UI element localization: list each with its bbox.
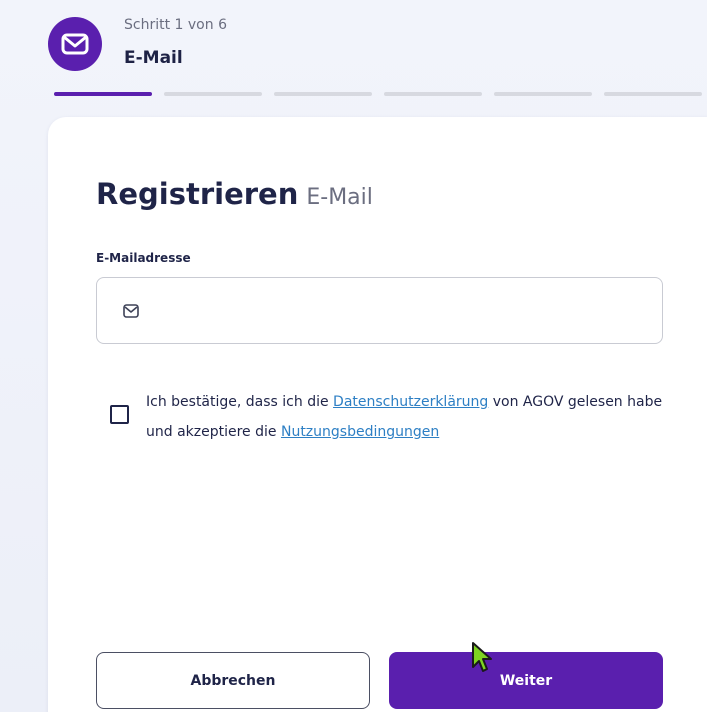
title-main: Registrieren xyxy=(96,177,299,211)
consent-checkbox[interactable] xyxy=(110,405,129,424)
next-button[interactable]: Weiter xyxy=(389,652,663,709)
privacy-policy-link[interactable]: Datenschutzerklärung xyxy=(333,394,488,410)
step-progress-bar xyxy=(54,92,707,96)
email-input[interactable] xyxy=(155,288,645,334)
consent-text: Ich bestätige, dass ich die Datenschutze… xyxy=(146,387,676,447)
progress-segment-2 xyxy=(164,92,262,96)
mail-icon xyxy=(123,303,139,322)
step-mail-icon xyxy=(48,17,102,71)
registration-card: Registrieren E-Mail E-Mailadresse Ich bes… xyxy=(48,117,707,712)
email-field[interactable] xyxy=(96,277,663,344)
registration-page: Schritt 1 von 6 E-Mail Registrieren E-Mai… xyxy=(0,0,707,712)
page-title: Registrieren E-Mail xyxy=(96,177,373,211)
progress-segment-5 xyxy=(494,92,592,96)
cancel-button[interactable]: Abbrechen xyxy=(96,652,370,709)
progress-segment-3 xyxy=(274,92,372,96)
email-label: E-Mailadresse xyxy=(96,251,191,265)
step-counter: Schritt 1 von 6 xyxy=(124,17,227,33)
progress-segment-4 xyxy=(384,92,482,96)
step-name: E-Mail xyxy=(124,48,183,68)
title-sub: E-Mail xyxy=(306,185,373,210)
progress-segment-1 xyxy=(54,92,152,96)
mouse-cursor-icon xyxy=(472,642,492,672)
progress-segment-6 xyxy=(604,92,702,96)
consent-text-part-1: Ich bestätige, dass ich die xyxy=(146,394,334,410)
terms-of-use-link[interactable]: Nutzungsbedingungen xyxy=(281,424,439,440)
step-header: Schritt 1 von 6 E-Mail xyxy=(0,0,707,100)
